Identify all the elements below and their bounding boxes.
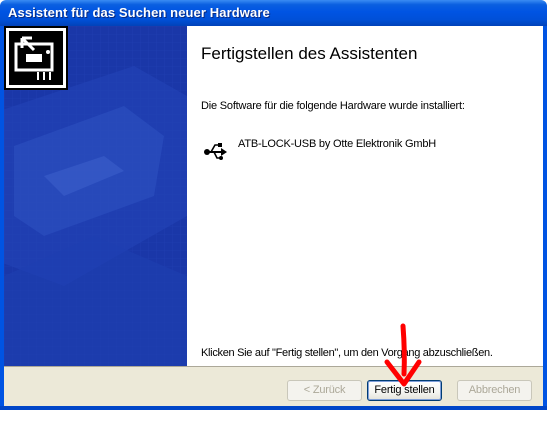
finish-instruction: Klicken Sie auf "Fertig stellen", um den… [201,347,493,359]
install-status-text: Die Software für die folgende Hardware w… [201,100,465,112]
wizard-content: Fertigstellen des Assistenten Die Softwa… [187,26,543,366]
title-bar[interactable]: Assistent für das Suchen neuer Hardware [0,0,547,26]
wizard-window: Assistent für das Suchen neuer Hardware [0,0,547,410]
usb-icon [204,143,227,160]
page-title: Fertigstellen des Assistenten [201,44,418,63]
hardware-card-icon [4,26,68,90]
cancel-button[interactable]: Abbrechen [457,380,532,401]
finish-button[interactable]: Fertig stellen [367,380,442,401]
window-frame-right [543,26,547,410]
window-title: Assistent für das Suchen neuer Hardware [8,5,270,20]
window-frame-bottom [0,406,547,410]
wizard-client-area: Fertigstellen des Assistenten Die Softwa… [4,26,543,406]
wizard-banner [4,26,187,366]
button-bar: < Zurück Fertig stellen Abbrechen [4,366,543,406]
device-name: ATB-LOCK-USB by Otte Elektronik GmbH [238,138,436,150]
back-button[interactable]: < Zurück [287,380,362,401]
